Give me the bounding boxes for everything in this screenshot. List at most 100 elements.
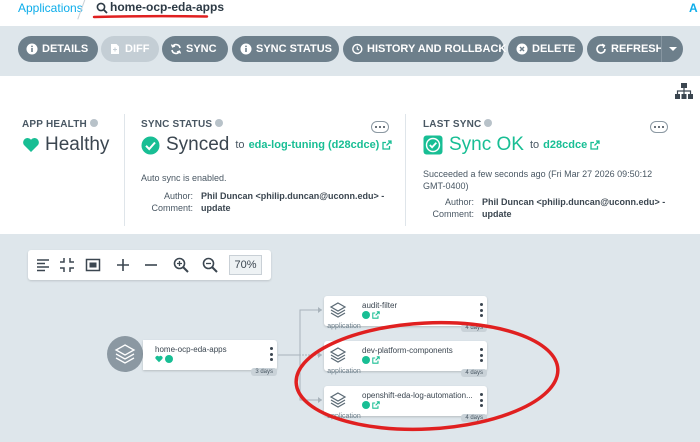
app-health-heading: APP HEALTH xyxy=(22,119,98,130)
history-rollback-button[interactable]: HISTORY AND ROLLBACK xyxy=(343,36,507,62)
child-app-age: 4 days xyxy=(461,414,487,422)
last-sync-more-button[interactable] xyxy=(650,121,668,133)
app-health-label: APP HEALTH xyxy=(22,119,87,130)
last-sync-revision-link[interactable]: d28cdce xyxy=(543,139,587,151)
child-app-node[interactable]: audit-filter application 4 days xyxy=(324,296,487,332)
search-icon[interactable] xyxy=(96,2,108,14)
child-app-node[interactable]: dev-platform-components application 4 da… xyxy=(324,341,487,377)
plus-icon[interactable] xyxy=(115,257,131,273)
help-icon[interactable] xyxy=(484,119,493,128)
root-app-node-icon[interactable] xyxy=(107,336,143,372)
history-label: HISTORY AND ROLLBACK xyxy=(367,43,507,55)
last-sync-heading: LAST SYNC xyxy=(423,119,493,130)
external-link-icon[interactable] xyxy=(372,401,380,409)
zoom-level[interactable]: 70% xyxy=(229,255,262,275)
health-status: Healthy xyxy=(22,134,109,156)
delete-label: DELETE xyxy=(532,43,576,55)
help-icon[interactable] xyxy=(89,119,98,128)
last-sync-author-row: Author: Phil Duncan <philip.duncan@uconn… xyxy=(418,196,688,208)
child-app-type: application xyxy=(327,368,361,375)
collapse-icon[interactable] xyxy=(59,257,75,273)
comment-key: Comment: xyxy=(432,209,474,219)
last-sync-to-label: to xyxy=(529,139,540,151)
refresh-dropdown-toggle[interactable] xyxy=(661,36,683,62)
root-node-menu[interactable] xyxy=(269,347,273,361)
file-icon xyxy=(111,44,119,54)
author-value: Phil Duncan <philip.duncan@uconn.edu> - xyxy=(482,197,666,207)
info-icon xyxy=(240,43,252,55)
cancel-icon xyxy=(516,43,528,55)
minus-icon[interactable] xyxy=(143,257,159,273)
external-link-icon[interactable] xyxy=(372,356,380,364)
history-icon xyxy=(352,43,363,55)
sync-author-row: Author: Phil Duncan <philip.duncan@uconn… xyxy=(137,190,397,202)
child-node-menu[interactable] xyxy=(479,348,483,362)
sync-icon xyxy=(170,43,182,55)
breadcrumb: Applications home-ocp-eda-apps A xyxy=(0,0,700,26)
check-icon xyxy=(362,356,370,364)
external-link-icon[interactable] xyxy=(372,311,380,319)
section-divider xyxy=(124,114,125,226)
diff-button[interactable]: DIFF xyxy=(101,36,159,62)
check-icon xyxy=(362,311,370,319)
check-icon xyxy=(165,355,173,363)
child-node-menu[interactable] xyxy=(479,393,483,407)
author-value: Phil Duncan <philip.duncan@uconn.edu> - xyxy=(201,191,385,201)
child-app-node[interactable]: openshift-eda-log-automation... applicat… xyxy=(324,386,487,422)
last-sync-time-line1: Succeeded a few seconds ago (Fri Mar 27 … xyxy=(423,169,653,179)
sync-button[interactable]: SYNC xyxy=(162,36,228,62)
root-app-node[interactable]: home-ocp-eda-apps 3 days xyxy=(143,340,277,376)
child-app-age: 4 days xyxy=(461,324,487,332)
sync-status-button[interactable]: SYNC STATUS xyxy=(232,36,339,62)
align-left-icon[interactable] xyxy=(35,257,51,273)
sync-label: SYNC xyxy=(186,43,217,55)
fit-to-screen-icon[interactable] xyxy=(85,257,101,273)
last-sync-value-row: Sync OK to d28cdce xyxy=(423,134,600,156)
diff-label: DIFF xyxy=(125,43,150,55)
child-app-name: dev-platform-components xyxy=(362,346,453,355)
external-link-icon[interactable] xyxy=(382,140,392,150)
auto-sync-text: Auto sync is enabled. xyxy=(141,173,227,183)
info-icon xyxy=(26,43,38,55)
sync-status-label: SYNC STATUS xyxy=(256,43,332,55)
sync-status-section-label: SYNC STATUS xyxy=(141,119,213,130)
layers-icon xyxy=(329,347,347,363)
top-right-fragment[interactable]: A xyxy=(689,1,698,15)
refresh-button[interactable]: REFRESH xyxy=(587,36,667,62)
zoom-out-icon[interactable] xyxy=(202,257,218,273)
child-app-name: audit-filter xyxy=(362,301,398,310)
child-app-status xyxy=(362,356,380,364)
last-sync-comment-row: Comment: update xyxy=(418,208,688,220)
details-button[interactable]: DETAILS xyxy=(18,36,98,62)
breadcrumb-current-app[interactable]: home-ocp-eda-apps xyxy=(110,0,224,14)
status-panel: APP HEALTH Healthy SYNC STATUS Synced to… xyxy=(0,104,700,232)
details-label: DETAILS xyxy=(42,43,89,55)
breadcrumb-applications-link[interactable]: Applications xyxy=(18,1,83,15)
section-divider xyxy=(405,114,406,226)
sync-revision-link[interactable]: eda-log-tuning (d28cdce) xyxy=(249,139,380,151)
health-value: Healthy xyxy=(45,134,110,155)
comment-value: update xyxy=(482,209,512,219)
delete-button[interactable]: DELETE xyxy=(508,36,583,62)
help-icon[interactable] xyxy=(215,119,224,128)
external-link-icon[interactable] xyxy=(590,140,600,150)
check-icon xyxy=(362,401,370,409)
tree-view-icon[interactable] xyxy=(674,82,694,100)
action-toolbar: DETAILS DIFF SYNC SYNC STATUS HISTORY AN… xyxy=(0,26,700,76)
heart-icon xyxy=(155,355,163,363)
child-node-menu[interactable] xyxy=(479,303,483,317)
zoom-in-icon[interactable] xyxy=(173,257,189,273)
app-details-page: Applications home-ocp-eda-apps A DETAILS… xyxy=(0,0,700,442)
sync-status-value: Synced xyxy=(166,134,230,155)
child-app-status xyxy=(362,401,380,409)
sync-comment-row: Comment: update xyxy=(137,202,397,214)
root-app-name: home-ocp-eda-apps xyxy=(155,345,227,354)
child-app-age: 4 days xyxy=(461,369,487,377)
child-app-status xyxy=(362,311,380,319)
root-app-status xyxy=(155,355,173,363)
sync-status-more-button[interactable] xyxy=(371,121,389,133)
layers-icon xyxy=(329,302,347,318)
sync-to-label: to xyxy=(235,139,245,151)
refresh-icon xyxy=(596,43,606,54)
sync-status-heading: SYNC STATUS xyxy=(141,119,224,130)
